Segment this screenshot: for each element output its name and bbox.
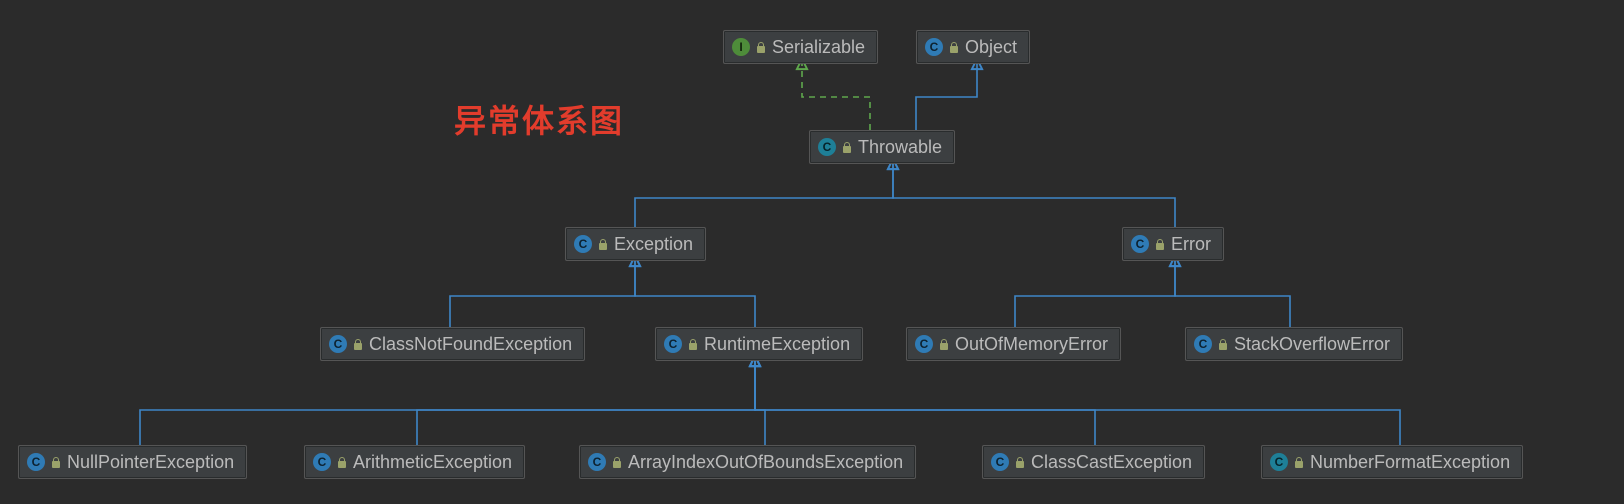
- node-class-cast-exception[interactable]: C ClassCastException: [982, 445, 1205, 479]
- node-label: RuntimeException: [704, 333, 850, 355]
- node-label: Throwable: [858, 136, 942, 158]
- node-label: ArrayIndexOutOfBoundsException: [628, 451, 903, 473]
- lock-icon: [842, 141, 852, 153]
- class-icon: C: [991, 453, 1009, 471]
- node-label: ClassCastException: [1031, 451, 1192, 473]
- class-icon: C: [27, 453, 45, 471]
- node-exception[interactable]: C Exception: [565, 227, 706, 261]
- node-serializable[interactable]: I Serializable: [723, 30, 878, 64]
- node-runtime-exception[interactable]: C RuntimeException: [655, 327, 863, 361]
- class-icon: C: [1194, 335, 1212, 353]
- lock-icon: [1218, 338, 1228, 350]
- lock-icon: [1015, 456, 1025, 468]
- class-icon: C: [1270, 453, 1288, 471]
- lock-icon: [1155, 238, 1165, 250]
- node-out-of-memory-error[interactable]: C OutOfMemoryError: [906, 327, 1121, 361]
- lock-icon: [939, 338, 949, 350]
- node-class-not-found-exception[interactable]: C ClassNotFoundException: [320, 327, 585, 361]
- edge-layer: [0, 0, 1624, 504]
- class-icon: C: [1131, 235, 1149, 253]
- lock-icon: [612, 456, 622, 468]
- node-label: Serializable: [772, 36, 865, 58]
- node-label: NumberFormatException: [1310, 451, 1510, 473]
- node-arithmetic-exception[interactable]: C ArithmeticException: [304, 445, 525, 479]
- class-icon: C: [329, 335, 347, 353]
- class-icon: C: [313, 453, 331, 471]
- diagram-title: 异常体系图: [454, 96, 624, 142]
- class-icon: C: [915, 335, 933, 353]
- diagram-canvas: { "title": "异常体系图", "nodes": { "serializ…: [0, 0, 1624, 504]
- node-label: NullPointerException: [67, 451, 234, 473]
- lock-icon: [949, 41, 959, 53]
- node-label: OutOfMemoryError: [955, 333, 1108, 355]
- class-icon: C: [588, 453, 606, 471]
- node-label: ArithmeticException: [353, 451, 512, 473]
- lock-icon: [756, 41, 766, 53]
- class-icon: C: [925, 38, 943, 56]
- node-stack-overflow-error[interactable]: C StackOverflowError: [1185, 327, 1403, 361]
- node-array-index-out-of-bounds-exception[interactable]: C ArrayIndexOutOfBoundsException: [579, 445, 916, 479]
- class-icon: C: [664, 335, 682, 353]
- lock-icon: [337, 456, 347, 468]
- lock-icon: [598, 238, 608, 250]
- node-label: ClassNotFoundException: [369, 333, 572, 355]
- interface-icon: I: [732, 38, 750, 56]
- node-label: Exception: [614, 233, 693, 255]
- node-null-pointer-exception[interactable]: C NullPointerException: [18, 445, 247, 479]
- lock-icon: [353, 338, 363, 350]
- node-object[interactable]: C Object: [916, 30, 1030, 64]
- lock-icon: [1294, 456, 1304, 468]
- node-number-format-exception[interactable]: C NumberFormatException: [1261, 445, 1523, 479]
- lock-icon: [51, 456, 61, 468]
- node-error[interactable]: C Error: [1122, 227, 1224, 261]
- node-label: Object: [965, 36, 1017, 58]
- class-icon: C: [818, 138, 836, 156]
- lock-icon: [688, 338, 698, 350]
- node-throwable[interactable]: C Throwable: [809, 130, 955, 164]
- node-label: StackOverflowError: [1234, 333, 1390, 355]
- class-icon: C: [574, 235, 592, 253]
- node-label: Error: [1171, 233, 1211, 255]
